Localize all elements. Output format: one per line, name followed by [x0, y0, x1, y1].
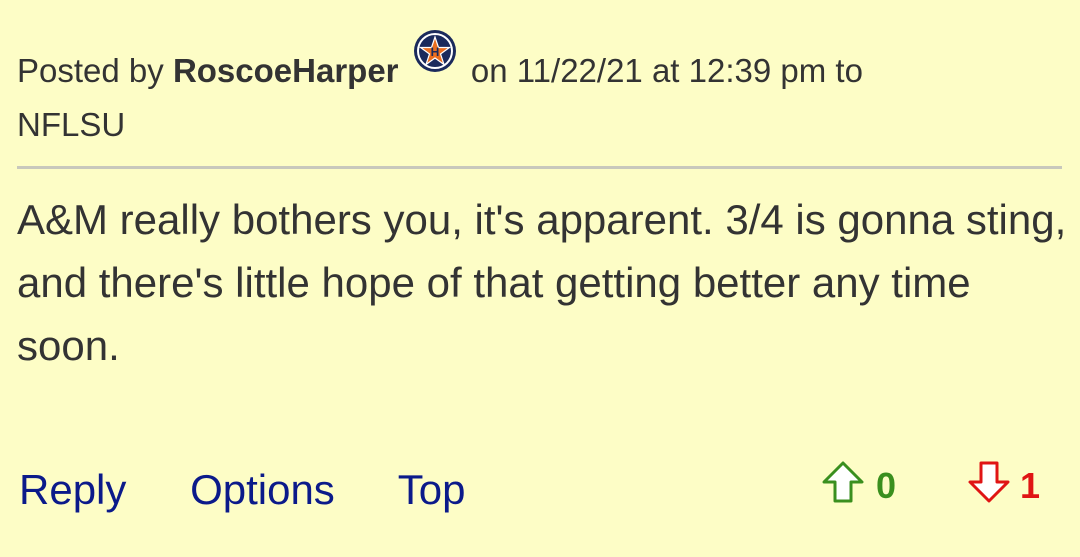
upvote-button[interactable]: 0	[820, 461, 897, 510]
post-actions: Reply Options Top	[19, 462, 517, 518]
post-header: Posted by RoscoeHarper H on 11/22/21 at …	[17, 30, 1057, 152]
post-body: A&M really bothers you, it's apparent. 3…	[17, 196, 1067, 369]
svg-text:H: H	[430, 45, 439, 59]
downvote-button[interactable]: 1	[966, 461, 1041, 510]
header-divider	[17, 166, 1062, 169]
author-name[interactable]: RoscoeHarper	[173, 52, 399, 89]
top-link[interactable]: Top	[398, 466, 466, 513]
thumbs-down-arrow-icon	[966, 459, 1012, 514]
to-prefix: to	[835, 52, 863, 89]
options-link[interactable]: Options	[190, 466, 335, 513]
time-prefix: at	[651, 52, 680, 89]
reply-to-user[interactable]: NFLSU	[17, 106, 125, 143]
houston-astros-logo-icon: H	[412, 28, 458, 74]
date-prefix: on	[470, 52, 508, 89]
downvote-count: 1	[1020, 465, 1041, 506]
posted-by-label: Posted by	[17, 52, 164, 89]
forum-post: Posted by RoscoeHarper H on 11/22/21 at …	[0, 0, 1080, 557]
upvote-count: 0	[876, 465, 897, 506]
post-time: 12:39 pm	[688, 52, 827, 89]
reply-link[interactable]: Reply	[19, 466, 126, 513]
post-date: 11/22/21	[516, 52, 643, 89]
thumbs-up-arrow-icon	[820, 459, 866, 514]
